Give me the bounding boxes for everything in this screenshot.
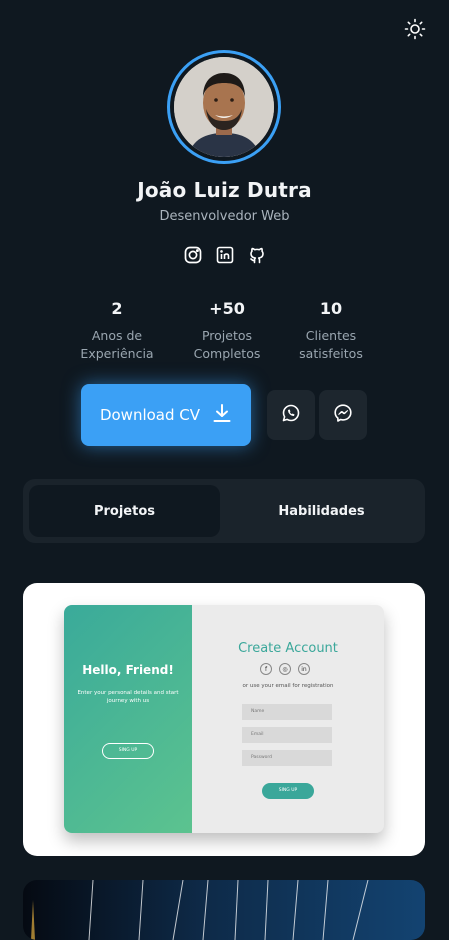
stat-label-line1: Anos de (91, 328, 143, 343)
tab-habilidades[interactable]: Habilidades (224, 485, 419, 537)
preview-left-panel: Hello, Friend! Enter your personal detai… (64, 605, 192, 833)
stat-label-line1: Projetos (201, 328, 253, 343)
preview-facebook-icon: f (260, 663, 272, 675)
preview-right-panel: Create Account f ◎ in or use your email … (192, 605, 384, 833)
github-icon[interactable] (247, 245, 267, 265)
tabs-bar: Projetos Habilidades (23, 479, 425, 543)
preview-hello-subtitle: Enter your personal details and start jo… (77, 690, 179, 704)
preview-sign-up-button: SING UP (262, 783, 314, 799)
stat-value: +50 (209, 299, 245, 318)
linkedin-icon[interactable] (215, 245, 235, 265)
stat-label-line2: satisfeitos (299, 346, 363, 361)
stat-value: 10 (319, 299, 343, 318)
instagram-icon[interactable] (183, 245, 203, 265)
download-icon (212, 403, 232, 427)
stat-label-line2: Experiência (80, 346, 154, 361)
stat-projects: +50 Projetos Completos (172, 299, 282, 363)
stat-label: Projetos Completos (172, 327, 282, 363)
stat-clients: 10 Clientes satisfeitos (276, 299, 386, 363)
avatar-ring (167, 50, 281, 164)
social-links (183, 245, 267, 265)
project-preview-image-2 (31, 880, 369, 940)
avatar (174, 57, 274, 157)
messenger-button[interactable] (319, 390, 367, 440)
preview-or-text: or use your email for registration (242, 683, 334, 689)
preview-instagram-icon: ◎ (279, 663, 291, 675)
preview-name-field: Name (242, 704, 332, 720)
download-cv-button[interactable]: Download CV (81, 384, 251, 446)
project-card-2[interactable] (23, 880, 425, 940)
stat-value: 2 (111, 299, 123, 318)
project-preview-image: Hello, Friend! Enter your personal detai… (64, 605, 384, 833)
project-card[interactable]: Hello, Friend! Enter your personal detai… (23, 583, 425, 856)
preview-hello-title: Hello, Friend! (82, 663, 174, 677)
messenger-icon (332, 402, 354, 428)
stat-label: Clientes satisfeitos (276, 327, 386, 363)
stat-experience: 2 Anos de Experiência (62, 299, 172, 363)
theme-toggle-sun-icon[interactable] (404, 18, 426, 40)
preview-create-account-title: Create Account (238, 641, 338, 656)
profile-role: Desenvolvedor Web (159, 209, 290, 224)
stat-label: Anos de Experiência (62, 327, 172, 363)
preview-linkedin-icon: in (298, 663, 310, 675)
tab-projetos[interactable]: Projetos (29, 485, 220, 537)
preview-sign-in-button: SING UP (102, 743, 154, 759)
download-cv-label: Download CV (99, 406, 201, 424)
whatsapp-button[interactable] (267, 390, 315, 440)
stat-label-line1: Clientes (305, 328, 357, 343)
preview-email-field: Email (242, 727, 332, 743)
stat-label-line2: Completos (193, 346, 261, 361)
whatsapp-icon (280, 402, 302, 428)
profile-name: João Luiz Dutra (137, 178, 312, 202)
preview-password-field: Password (242, 750, 332, 766)
